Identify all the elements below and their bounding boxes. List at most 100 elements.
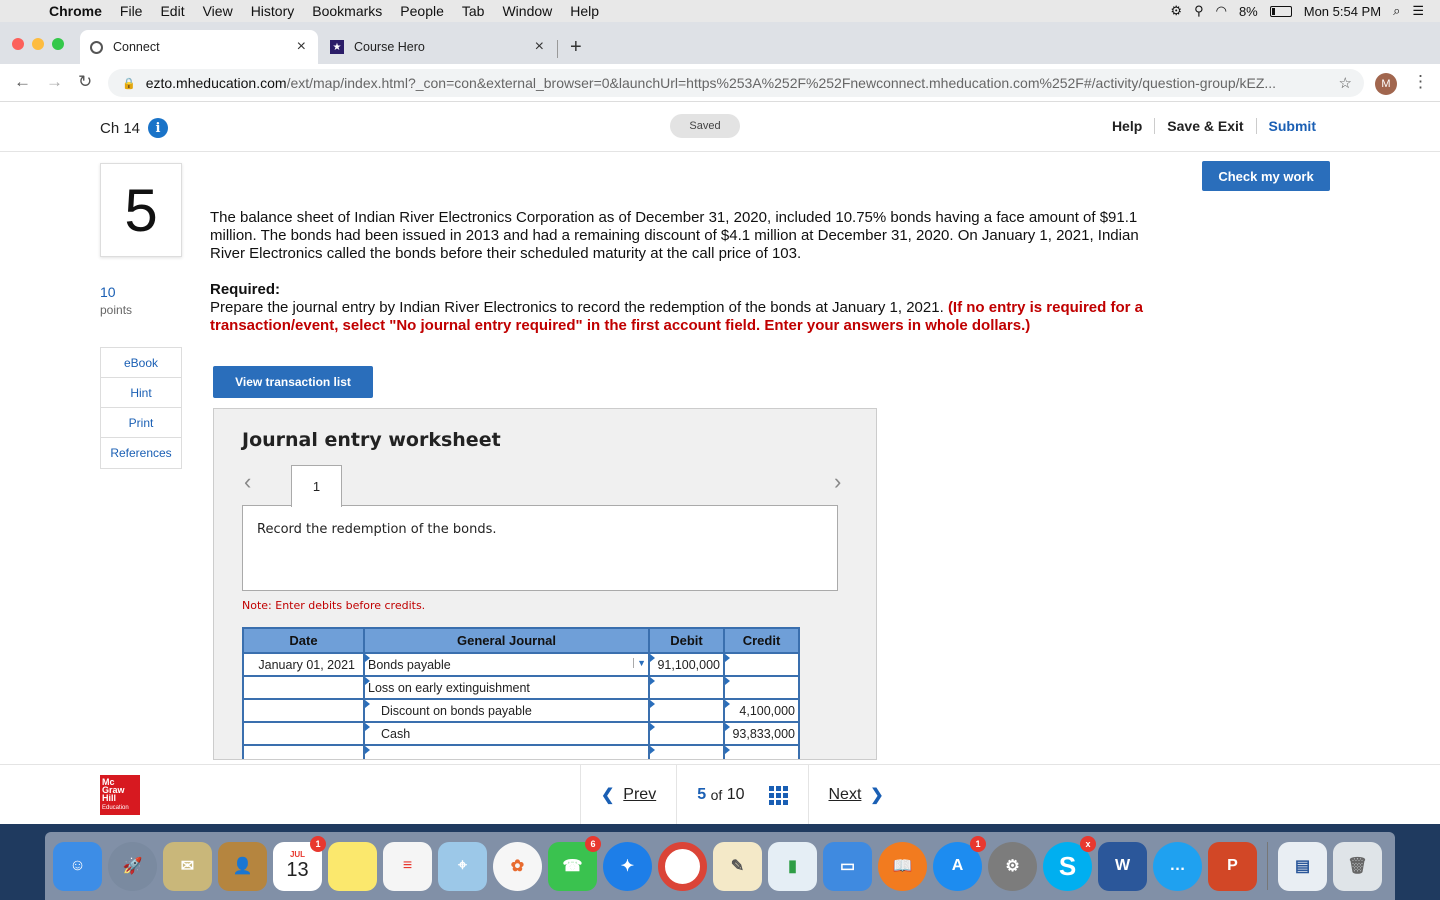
print-link[interactable]: Print xyxy=(101,408,181,438)
account-select[interactable]: Cash xyxy=(363,721,650,746)
account-select[interactable]: Bonds payable ▼ xyxy=(363,652,650,677)
calendar-icon[interactable]: JUL 13 1 xyxy=(273,835,326,891)
menu-file[interactable]: File xyxy=(111,3,152,19)
battery-percent[interactable]: 8% xyxy=(1239,4,1258,19)
keynote-icon[interactable]: ▭ xyxy=(823,841,872,891)
check-my-work-button[interactable]: Check my work xyxy=(1202,161,1330,191)
maps-icon[interactable]: ⌖ xyxy=(438,841,487,891)
grid-view-icon[interactable] xyxy=(768,785,788,805)
tab-course-hero[interactable]: ★ Course Hero × xyxy=(320,30,556,64)
view-transaction-list-button[interactable]: View transaction list xyxy=(213,366,373,398)
entry-marker-icon xyxy=(725,677,730,685)
credit-input[interactable] xyxy=(723,675,800,700)
spotlight-search-icon[interactable]: ⌕ xyxy=(1393,3,1400,19)
numbers-chart-icon[interactable]: ▮ xyxy=(768,841,817,891)
magnifier-tool-icon[interactable]: ⚲ xyxy=(1194,3,1204,19)
page-indicator[interactable]: 5 of 10 xyxy=(677,765,807,825)
date-cell[interactable] xyxy=(242,675,365,700)
launchpad-icon[interactable]: 🚀 xyxy=(108,841,157,891)
save-exit-button[interactable]: Save & Exit xyxy=(1154,118,1255,134)
date-cell[interactable] xyxy=(242,744,365,759)
lock-icon[interactable]: 🔒 xyxy=(122,77,136,90)
menu-edit[interactable]: Edit xyxy=(151,3,193,19)
minimize-window-button[interactable] xyxy=(32,38,44,50)
menu-window[interactable]: Window xyxy=(493,3,561,19)
mail-stamp-icon[interactable]: ✉ xyxy=(163,841,212,891)
chrome-icon[interactable] xyxy=(658,841,707,891)
finder-icon[interactable]: ☺ xyxy=(53,841,102,891)
dropdown-arrow-icon[interactable]: ▼ xyxy=(633,658,646,668)
help-button[interactable]: Help xyxy=(1100,118,1154,134)
debit-input[interactable] xyxy=(648,698,725,723)
menu-help[interactable]: Help xyxy=(561,3,608,19)
close-tab-icon[interactable]: × xyxy=(535,38,544,56)
account-select[interactable] xyxy=(363,744,650,759)
word-icon[interactable]: W xyxy=(1098,841,1147,891)
reminders-icon[interactable]: ≡ xyxy=(383,841,432,891)
prev-label: Prev xyxy=(623,786,657,803)
menu-people[interactable]: People xyxy=(391,3,453,19)
menu-tab[interactable]: Tab xyxy=(453,3,494,19)
date-cell[interactable] xyxy=(242,698,365,723)
back-arrow-icon[interactable]: ← xyxy=(14,72,31,92)
bookmark-star-icon[interactable]: ☆ xyxy=(1339,74,1352,92)
menubar-clock[interactable]: Mon 5:54 PM xyxy=(1304,4,1381,19)
credit-input[interactable] xyxy=(723,652,800,677)
safari-compass-icon[interactable]: ✦ xyxy=(603,841,652,891)
menu-app-chrome[interactable]: Chrome xyxy=(40,3,111,19)
chevron-left-icon[interactable]: ‹ xyxy=(244,469,251,495)
chrome-menu-icon[interactable]: ⋮ xyxy=(1412,72,1429,92)
tab-connect[interactable]: Connect × xyxy=(80,30,318,64)
contacts-icon[interactable]: 👤 xyxy=(218,841,267,891)
system-preferences-gear-icon[interactable]: ⚙ xyxy=(988,841,1037,891)
menu-view[interactable]: View xyxy=(194,3,242,19)
debit-input[interactable] xyxy=(648,744,725,759)
books-icon[interactable]: 📖 xyxy=(878,841,927,891)
chevron-right-icon[interactable]: › xyxy=(834,469,841,495)
powerpoint-icon[interactable]: P xyxy=(1208,841,1257,891)
credit-input[interactable]: 4,100,000 xyxy=(723,698,800,723)
trash-icon[interactable]: 🗑 xyxy=(1333,841,1382,891)
account-select[interactable]: Loss on early extinguishment xyxy=(363,675,650,700)
prev-button[interactable]: ❮ Prev xyxy=(581,765,676,825)
close-tab-icon[interactable]: × xyxy=(297,38,306,56)
credit-input[interactable]: 93,833,000 xyxy=(723,721,800,746)
notes-icon[interactable] xyxy=(328,841,377,891)
debit-input[interactable]: 91,100,000 xyxy=(648,652,725,677)
account-select[interactable]: Discount on bonds payable xyxy=(363,698,650,723)
next-button[interactable]: Next ❯ xyxy=(809,765,904,825)
reload-icon[interactable]: ↻ xyxy=(78,72,92,92)
hint-link[interactable]: Hint xyxy=(101,378,181,408)
wifi-icon[interactable]: ◠ xyxy=(1216,3,1227,19)
submit-button[interactable]: Submit xyxy=(1255,118,1328,134)
photos-icon[interactable]: ✿ xyxy=(493,841,542,891)
address-bar[interactable]: 🔒 ezto.mheducation.com/ext/map/index.htm… xyxy=(108,69,1364,97)
skype-icon[interactable]: S x xyxy=(1043,835,1096,891)
date-cell[interactable] xyxy=(242,721,365,746)
profile-avatar[interactable]: M xyxy=(1375,73,1397,95)
maximize-window-button[interactable] xyxy=(52,38,64,50)
tools-icon[interactable]: ⚙ xyxy=(1170,3,1182,19)
url-host: ezto.mheducation.com xyxy=(145,75,287,91)
menu-bookmarks[interactable]: Bookmarks xyxy=(303,3,391,19)
credit-input[interactable] xyxy=(723,744,800,759)
debit-input[interactable] xyxy=(648,675,725,700)
references-link[interactable]: References xyxy=(101,438,181,468)
app-store-icon[interactable]: A 1 xyxy=(933,835,986,891)
messages-bubble-icon[interactable]: … xyxy=(1153,841,1202,891)
header-actions: Help Save & Exit Submit xyxy=(1100,118,1328,134)
info-icon[interactable]: i xyxy=(148,118,169,138)
ebook-link[interactable]: eBook xyxy=(101,348,181,378)
battery-icon[interactable] xyxy=(1269,5,1292,17)
facetime-icon[interactable]: ☎ 6 xyxy=(548,835,601,891)
date-cell[interactable]: January 01, 2021 xyxy=(242,652,365,677)
debit-input[interactable] xyxy=(648,721,725,746)
menu-history[interactable]: History xyxy=(242,3,304,19)
worksheet-tab-1[interactable]: 1 xyxy=(291,465,342,507)
notification-center-icon[interactable]: ☰ xyxy=(1412,3,1424,19)
pages-icon[interactable]: ✎ xyxy=(713,841,762,891)
word-document-icon[interactable]: ▤ xyxy=(1278,841,1327,891)
new-tab-plus-icon[interactable]: + xyxy=(570,36,582,59)
forward-arrow-icon[interactable]: → xyxy=(46,72,63,92)
close-window-button[interactable] xyxy=(12,38,24,50)
